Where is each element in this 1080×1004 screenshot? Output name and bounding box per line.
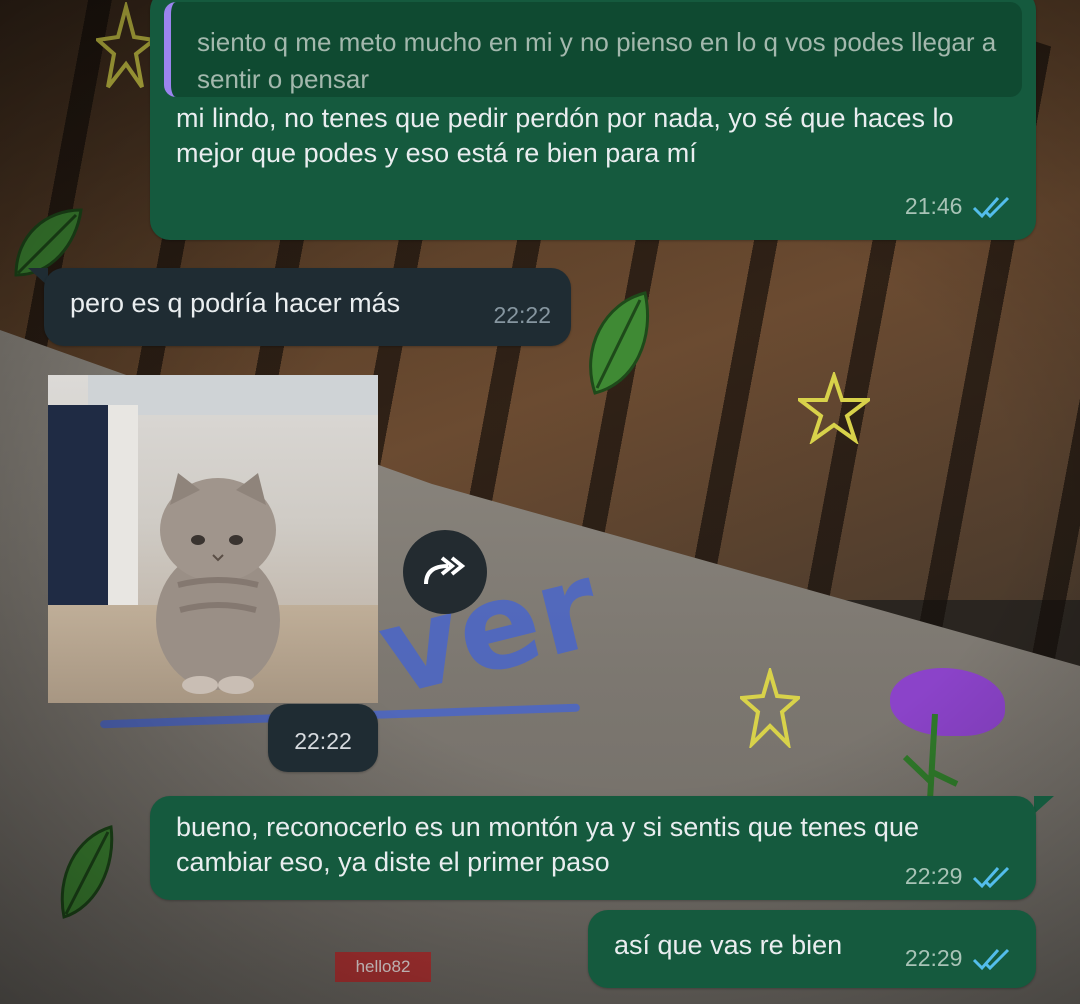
message-bubble-outgoing[interactable]: siento q me meto mucho en mi y no pienso… xyxy=(150,0,1036,240)
double-check-icon xyxy=(972,866,1010,889)
image-time-badge: 22:22 xyxy=(268,704,378,772)
forward-button[interactable] xyxy=(403,530,487,614)
message-meta: 22:29 xyxy=(905,858,1014,894)
message-meta: 22:29 xyxy=(905,940,1014,976)
quoted-text: siento q me meto mucho en mi y no pienso… xyxy=(197,27,997,94)
message-time: 22:22 xyxy=(493,302,551,328)
message-text: bueno, reconocerlo es un montón ya y si … xyxy=(176,812,919,877)
double-check-icon xyxy=(972,948,1010,971)
forward-icon xyxy=(424,556,466,585)
message-meta: 21:46 xyxy=(905,188,1014,224)
bubble-tail xyxy=(1034,796,1054,814)
message-time: 21:46 xyxy=(904,193,963,219)
message-bubble-incoming[interactable]: pero es q podría hacer más 22:22 xyxy=(44,268,571,346)
message-bubble-outgoing[interactable]: así que vas re bien 22:29 xyxy=(588,910,1036,988)
message-time: 22:22 xyxy=(294,728,352,754)
double-check-icon xyxy=(972,196,1010,219)
message-time: 22:29 xyxy=(904,863,963,889)
message-text: pero es q podría hacer más xyxy=(70,288,401,318)
message-time: 22:29 xyxy=(904,945,963,971)
message-text: así que vas re bien xyxy=(614,930,843,960)
message-text: mi lindo, no tenes que pedir perdón por … xyxy=(176,103,954,168)
kitten-image xyxy=(156,473,280,694)
message-bubble-outgoing[interactable]: bueno, reconocerlo es un montón ya y si … xyxy=(150,796,1036,900)
image-message[interactable] xyxy=(48,375,378,703)
quoted-message[interactable]: siento q me meto mucho en mi y no pienso… xyxy=(164,2,1022,97)
